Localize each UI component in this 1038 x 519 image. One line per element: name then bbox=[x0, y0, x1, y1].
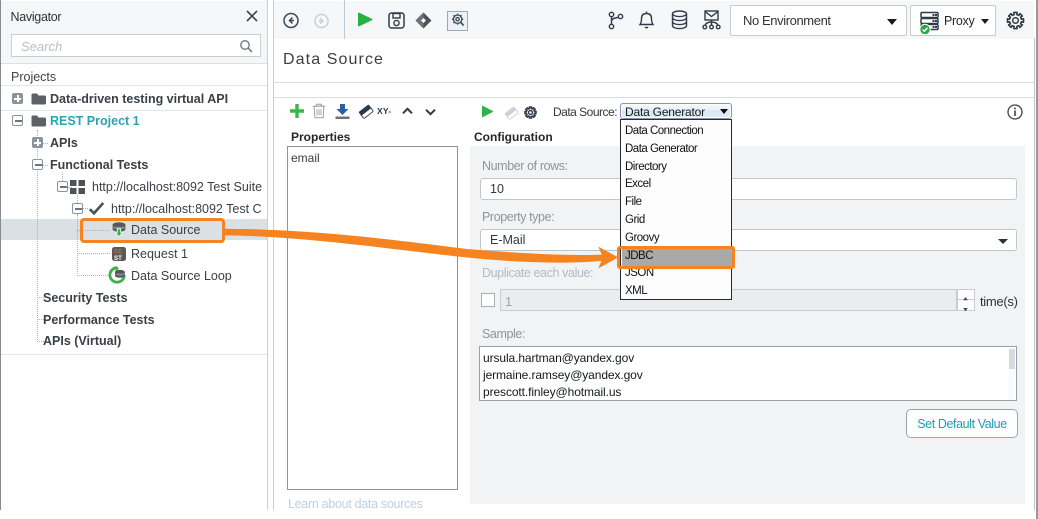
svg-text:ST: ST bbox=[114, 255, 122, 261]
